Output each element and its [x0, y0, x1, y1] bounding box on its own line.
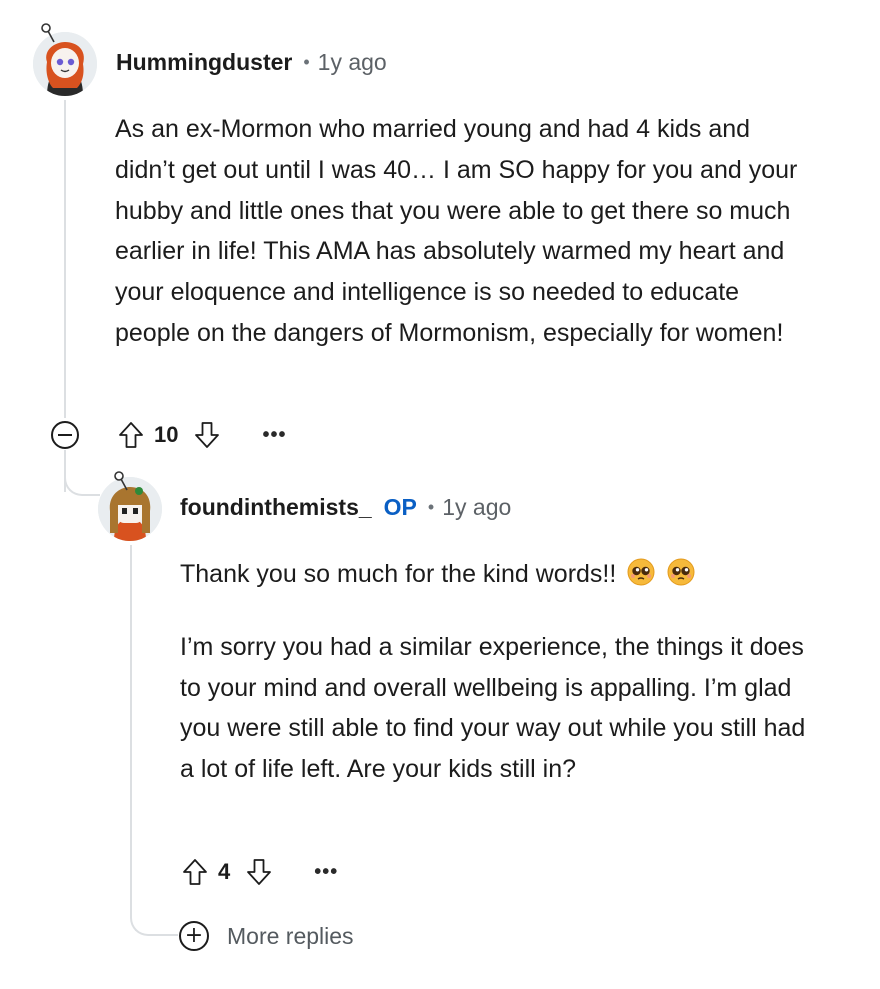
separator-dot: • — [303, 52, 310, 72]
downvote-arrow-icon — [195, 422, 220, 448]
thread-connector-curve — [64, 460, 100, 496]
overflow-dots-icon[interactable]: ••• — [314, 861, 338, 884]
separator-dot: • — [427, 497, 435, 517]
reply-meta: foundinthemists_ OP • 1y ago — [180, 494, 511, 521]
reply-vote-row: 4 ••• — [178, 852, 338, 892]
vote-score: 10 — [154, 422, 179, 447]
reply-body: Thank you so much for the kind words!! I… — [180, 554, 820, 790]
upvote-arrow-icon — [183, 859, 207, 885]
pleading-face-emoji-icon — [626, 557, 656, 587]
reply-username[interactable]: foundinthemists_ — [180, 494, 372, 521]
op-badge: OP — [383, 494, 417, 520]
comment-paragraph: As an ex-Mormon who married young and ha… — [115, 115, 798, 347]
downvote-button[interactable] — [190, 418, 224, 452]
antenna-icon — [41, 23, 55, 43]
reply-line-1: Thank you so much for the kind words!! — [180, 560, 617, 588]
username[interactable]: Hummingduster — [116, 49, 292, 76]
thread-line-parent — [64, 100, 66, 418]
upvote-button[interactable] — [114, 418, 148, 452]
reply-paragraph-2: I’m sorry you had a similar experience, … — [180, 632, 806, 784]
downvote-arrow-icon — [247, 859, 272, 885]
comment-vote-row: 10 ••• — [114, 415, 287, 455]
more-replies-button[interactable]: + More replies — [179, 921, 354, 951]
upvote-arrow-icon — [119, 422, 143, 448]
thread-line-reply — [130, 545, 132, 915]
pleading-face-emoji-icon — [666, 557, 696, 587]
comment-body: As an ex-Mormon who married young and ha… — [115, 109, 815, 354]
overflow-dots-icon[interactable]: ••• — [262, 424, 286, 447]
more-replies-label: More replies — [227, 922, 354, 949]
reply-timestamp[interactable]: 1y ago — [442, 494, 511, 521]
expand-plus-icon: + — [179, 921, 209, 951]
upvote-button[interactable] — [178, 855, 212, 889]
timestamp[interactable]: 1y ago — [318, 49, 387, 76]
vote-score: 4 — [218, 859, 231, 884]
collapse-minus-icon — [58, 434, 72, 436]
reply-paragraph-1: Thank you so much for the kind words!! — [180, 554, 820, 595]
comment-meta: Hummingduster • 1y ago — [116, 49, 387, 76]
downvote-button[interactable] — [242, 855, 276, 889]
antenna-icon — [114, 471, 128, 491]
collapse-button[interactable] — [51, 421, 79, 449]
thread-connector-curve-reply — [130, 900, 178, 936]
